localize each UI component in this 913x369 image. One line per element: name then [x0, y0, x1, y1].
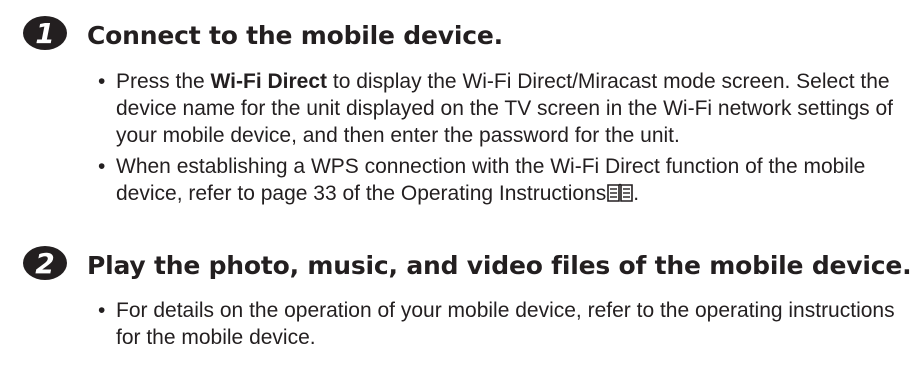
step-number-badge-1: 1	[22, 15, 68, 51]
bullet-end: .	[633, 182, 640, 205]
list-item: • Press the Wi-Fi Direct to display the …	[98, 68, 898, 149]
step-number-badge-2: 2	[22, 245, 68, 281]
bullet-list-2: • For details on the operation of your m…	[98, 297, 898, 355]
book-icon	[607, 183, 634, 210]
bullet-text: For details on the operation of your mob…	[116, 299, 895, 349]
step-number-1: 1	[35, 17, 54, 50]
list-item: • When establishing a WPS connection wit…	[98, 153, 898, 210]
step-title-1: Connect to the mobile device.	[87, 21, 503, 50]
wifi-direct-button-name: Wi-Fi Direct	[210, 70, 328, 93]
bullet-text: When establishing a WPS connection with …	[116, 155, 866, 205]
bullet-marker: •	[98, 299, 106, 322]
step-title-2: Play the photo, music, and video files o…	[87, 251, 912, 280]
bullet-text: Press the	[116, 70, 211, 93]
step-number-2: 2	[35, 247, 54, 280]
bullet-list-1: • Press the Wi-Fi Direct to display the …	[98, 68, 898, 214]
bullet-marker: •	[98, 155, 106, 178]
list-item: • For details on the operation of your m…	[98, 297, 898, 351]
bullet-marker: •	[98, 70, 106, 93]
